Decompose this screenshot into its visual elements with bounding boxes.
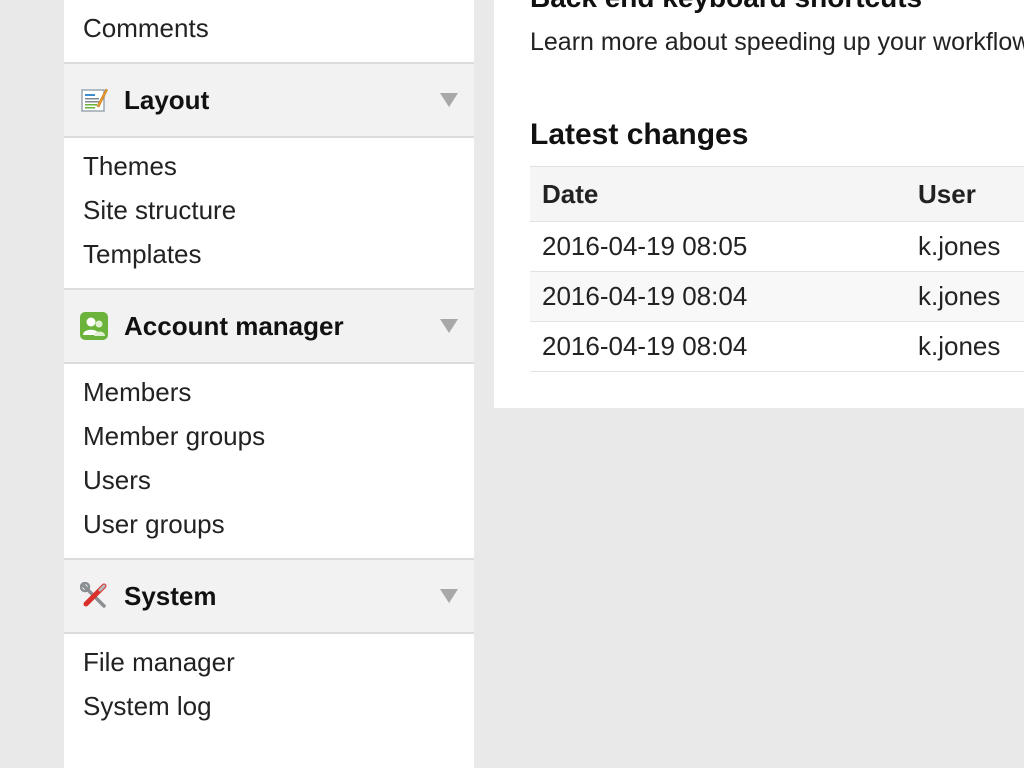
cell-date: 2016-04-19 08:04 [530,321,906,372]
cell-user: k.jones [906,221,1024,272]
layout-icon [80,86,108,114]
nav-link-themes[interactable]: Themes [83,144,474,188]
nav-link-site-structure[interactable]: Site structure [83,188,474,232]
cell-date: 2016-04-19 08:05 [530,221,906,272]
system-links: File manager System log [64,634,474,740]
column-header-user: User [906,166,1024,222]
column-header-date: Date [530,166,906,222]
table-row: 2016-04-19 08:04 k.jones [530,271,1024,322]
latest-changes-table: Date User 2016-04-19 08:05 k.jones 2016-… [530,166,1024,372]
group-header-system[interactable]: System [64,558,474,634]
table-header-row: Date User [530,166,1024,222]
chevron-down-icon[interactable] [440,93,458,107]
group-title-account-manager: Account manager [124,310,344,341]
shortcuts-heading: Back end keyboard shortcuts [530,0,922,14]
nav-link-user-groups[interactable]: User groups [83,502,474,546]
cell-user: k.jones [906,271,1024,322]
nav-link-users[interactable]: Users [83,458,474,502]
nav-link-file-manager[interactable]: File manager [83,640,474,684]
group-header-layout[interactable]: Layout [64,62,474,138]
account-manager-icon [80,312,108,340]
nav-link-members[interactable]: Members [83,370,474,414]
sidebar: Comments Layout Themes Site structure Te… [64,0,474,768]
chevron-down-icon[interactable] [440,589,458,603]
group-header-account-manager[interactable]: Account manager [64,288,474,364]
main-content: Back end keyboard shortcuts Learn more a… [494,0,1024,408]
system-tools-icon [79,581,108,610]
latest-changes-heading: Latest changes [530,118,749,151]
nav-link-member-groups[interactable]: Member groups [83,414,474,458]
cell-date: 2016-04-19 08:04 [530,271,906,322]
layout-links: Themes Site structure Templates [64,138,474,288]
chevron-down-icon[interactable] [440,319,458,333]
group-title-layout: Layout [124,84,210,115]
nav-link-comments[interactable]: Comments [83,6,474,50]
table-row: 2016-04-19 08:05 k.jones [530,221,1024,272]
cell-user: k.jones [906,321,1024,372]
table-row: 2016-04-19 08:04 k.jones [530,321,1024,372]
nav-link-templates[interactable]: Templates [83,232,474,276]
nav-link-system-log[interactable]: System log [83,684,474,728]
group-title-system: System [124,580,217,611]
content-links: Comments [64,0,474,62]
account-manager-links: Members Member groups Users User groups [64,364,474,558]
shortcuts-description: Learn more about speeding up your workfl… [530,28,1024,56]
